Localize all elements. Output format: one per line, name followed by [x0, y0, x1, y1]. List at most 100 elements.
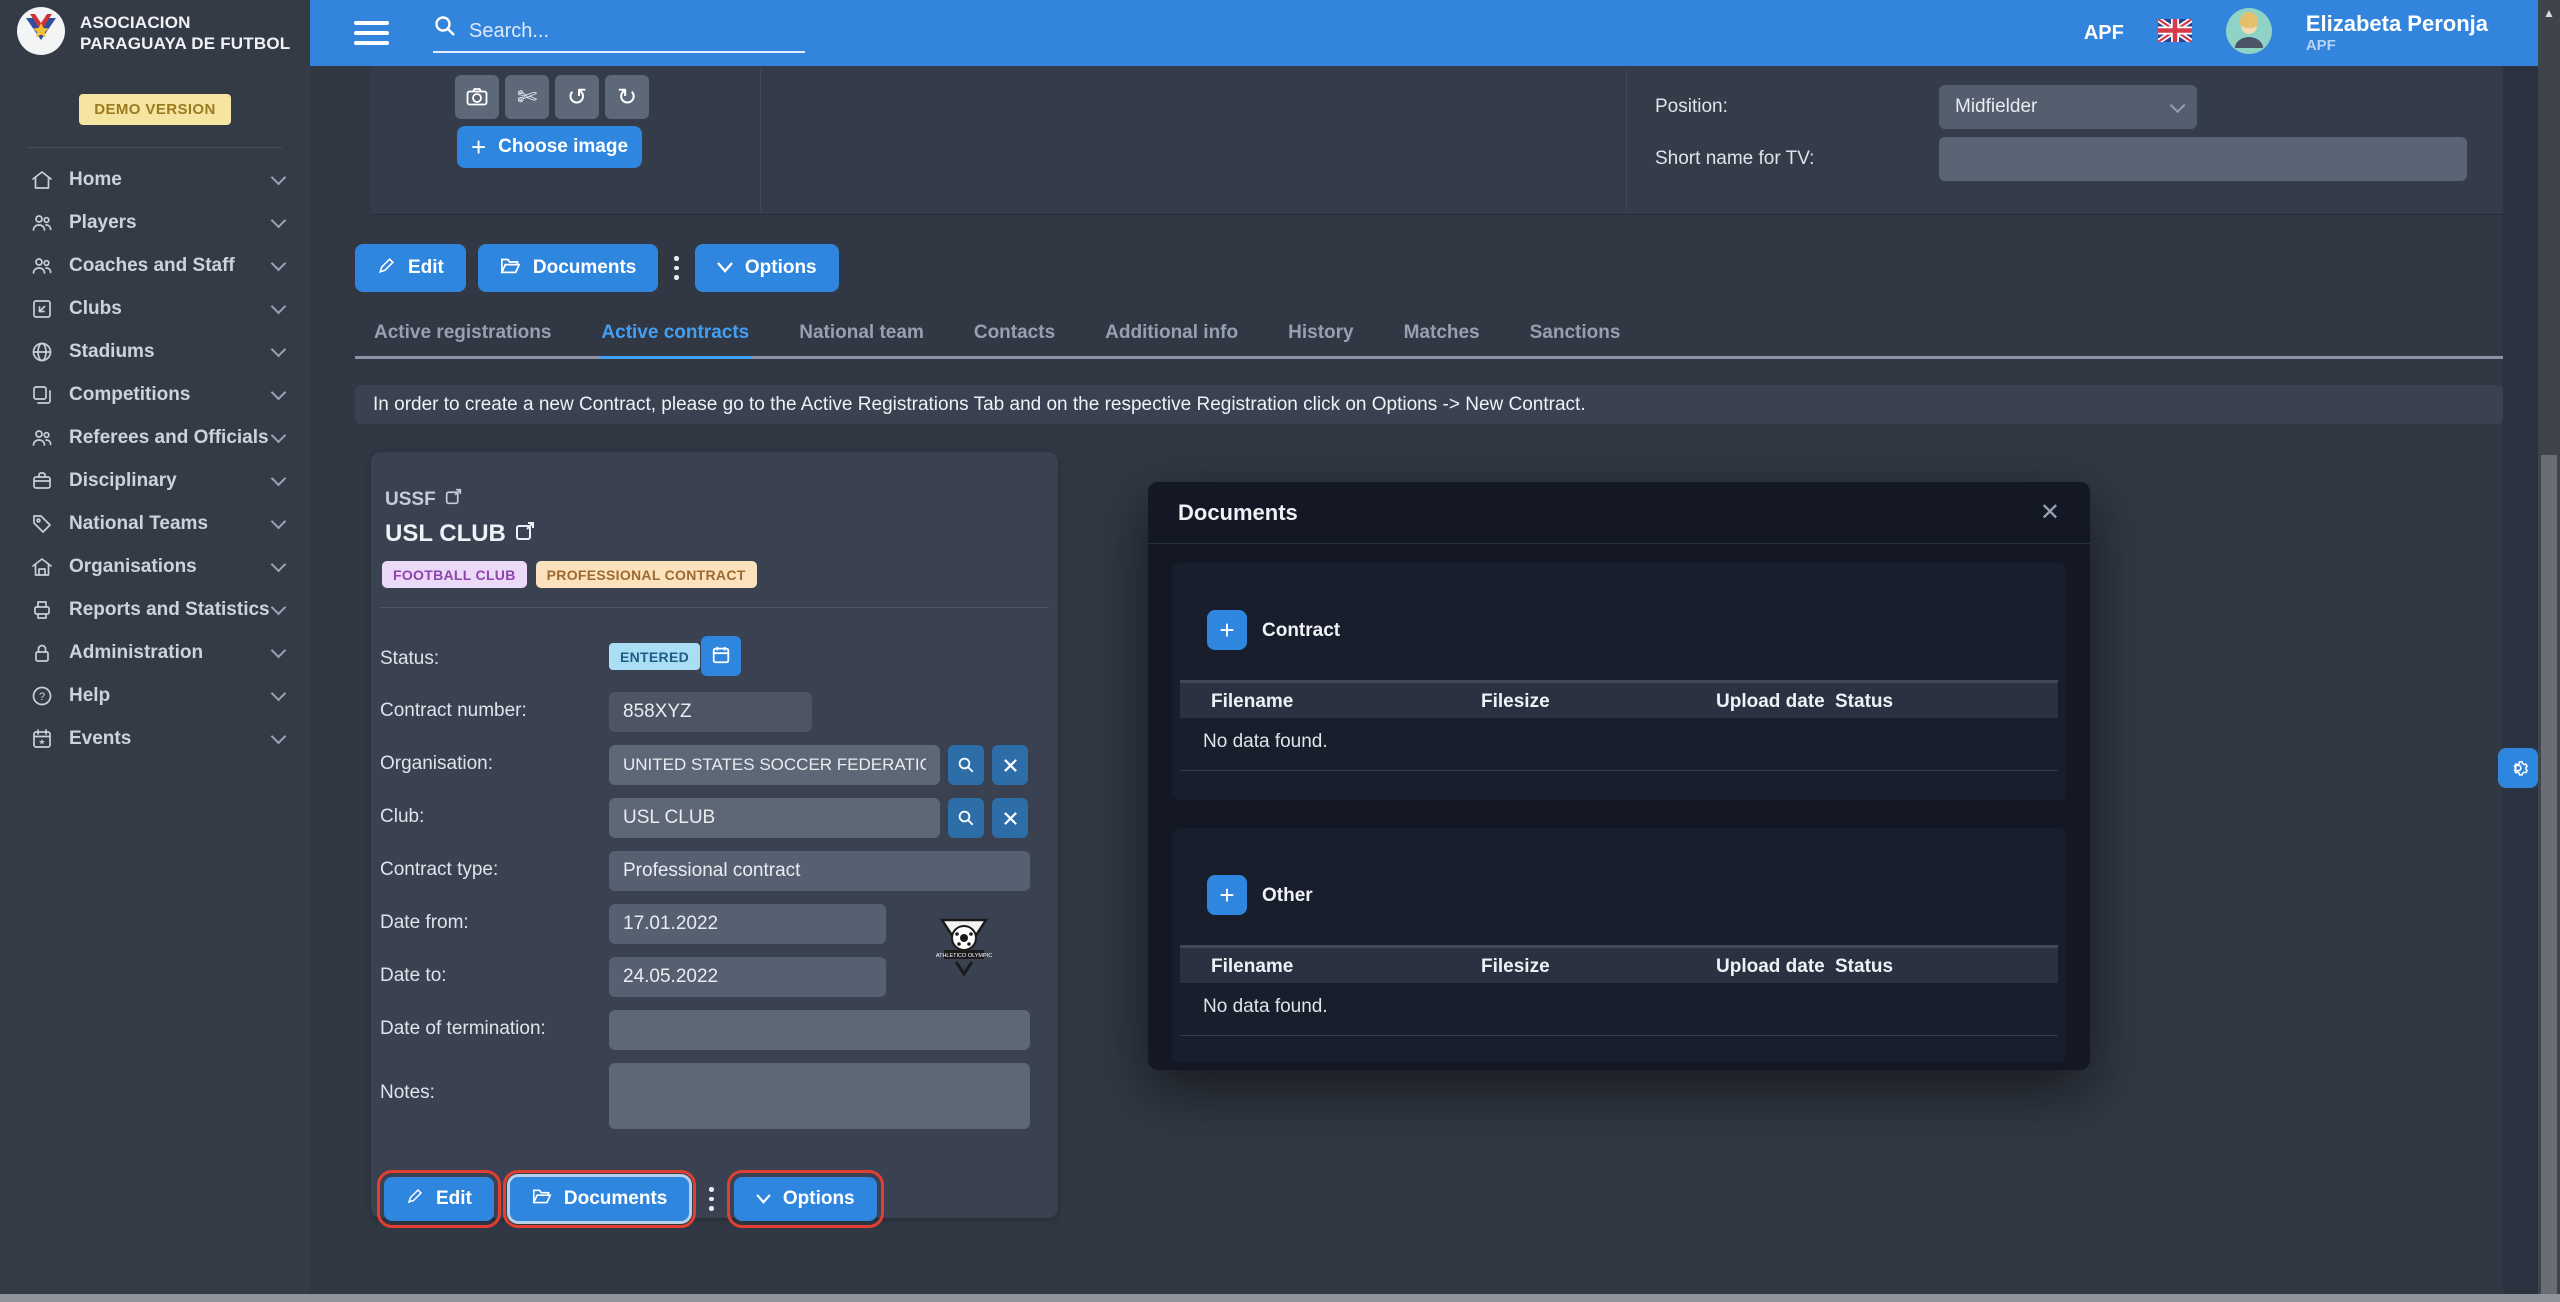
contract-documents-button[interactable]: Documents	[510, 1177, 689, 1221]
camera-button[interactable]	[455, 75, 499, 119]
column-header-filename: Filename	[1211, 956, 1293, 978]
tab-contacts[interactable]: Contacts	[972, 312, 1057, 359]
chevron-down-icon	[271, 212, 287, 228]
horizontal-scrollbar[interactable]	[0, 1294, 2560, 1302]
documents-modal-header: Documents ✕	[1148, 482, 2090, 544]
scroll-up-arrow[interactable]: ▲	[2538, 0, 2560, 20]
sidebar-item-clubs[interactable]: Clubs	[0, 287, 310, 330]
user-avatar[interactable]	[2226, 8, 2272, 59]
chevron-down-icon	[271, 642, 287, 658]
sidebar-item-coaches-and-staff[interactable]: Coaches and Staff	[0, 244, 310, 287]
edit-button[interactable]: Edit	[355, 244, 466, 292]
chevron-down-icon	[271, 298, 287, 314]
status-history-button[interactable]	[701, 636, 741, 676]
svg-text:★: ★	[38, 737, 45, 746]
tab-history[interactable]: History	[1286, 312, 1355, 359]
user-info[interactable]: Elizabeta Peronja APF	[2306, 12, 2488, 53]
column-header-upload-date: Upload date	[1716, 691, 1825, 713]
external-link-icon	[515, 520, 535, 548]
organisation-label: Organisation:	[380, 753, 493, 775]
sidebar-item-national-teams[interactable]: National Teams	[0, 502, 310, 545]
add-contract-button[interactable]: +	[1207, 610, 1247, 650]
tab-matches[interactable]: Matches	[1402, 312, 1482, 359]
options-button[interactable]: Options	[695, 244, 839, 292]
club-crest-logo: ATHLETICO OLYMPIC	[936, 916, 992, 985]
organisation-search-button[interactable]	[948, 745, 984, 785]
sidebar-item-label: Reports and Statistics	[69, 599, 273, 621]
settings-gear-button[interactable]	[2498, 748, 2538, 788]
scrollbar-thumb[interactable]	[2541, 455, 2557, 1296]
vertical-scrollbar[interactable]: ▲	[2538, 0, 2560, 1302]
referees-icon	[30, 426, 54, 450]
sidebar-item-home[interactable]: Home	[0, 158, 310, 201]
uk-flag-icon[interactable]	[2158, 19, 2192, 47]
position-select[interactable]: Midfielder	[1939, 85, 2197, 129]
documents-section-contract: +ContractFilenameFilesizeUpload dateStat…	[1172, 563, 2066, 800]
close-icon[interactable]: ✕	[2040, 501, 2060, 525]
folder-open-icon	[500, 256, 521, 281]
sidebar-item-competitions[interactable]: Competitions	[0, 373, 310, 416]
top-header-bar: APF Elizabeta Peronja APF	[310, 0, 2538, 66]
hamburger-menu-icon[interactable]	[354, 21, 389, 45]
contract-edit-button[interactable]: Edit	[384, 1177, 494, 1221]
organisation-clear-button[interactable]	[992, 745, 1028, 785]
club-search-button[interactable]	[948, 798, 984, 838]
notes-textarea[interactable]	[609, 1063, 1030, 1129]
administration-icon	[30, 641, 54, 665]
tab-national-team[interactable]: National team	[797, 312, 926, 359]
organisation-link[interactable]: USSF	[385, 488, 462, 511]
user-org: APF	[2306, 37, 2488, 54]
date-from-input[interactable]	[609, 904, 886, 944]
sidebar-item-organisations[interactable]: Organisations	[0, 545, 310, 588]
sidebar-item-stadiums[interactable]: Stadiums	[0, 330, 310, 373]
profile-actions: Edit Documents Options	[355, 244, 839, 292]
tab-active-registrations[interactable]: Active registrations	[372, 312, 553, 359]
choose-image-button[interactable]: + Choose image	[457, 126, 642, 168]
sidebar-item-label: National Teams	[69, 513, 273, 535]
sidebar-item-reports-and-statistics[interactable]: Reports and Statistics	[0, 588, 310, 631]
sidebar-item-referees-and-officials[interactable]: Referees and Officials	[0, 416, 310, 459]
search-input[interactable]	[469, 20, 789, 43]
club-link[interactable]: USL CLUB	[385, 520, 535, 548]
sidebar-item-label: Events	[69, 728, 273, 750]
date-to-input[interactable]	[609, 957, 886, 997]
header-org-abbr: APF	[2084, 22, 2124, 45]
chevron-down-icon	[271, 470, 287, 486]
organisation-input[interactable]	[609, 745, 940, 785]
crop-scissors-button[interactable]: ✄	[505, 75, 549, 119]
rotate-right-button[interactable]: ↻	[605, 75, 649, 119]
chevron-down-icon	[271, 513, 287, 529]
documents-button[interactable]: Documents	[478, 244, 658, 292]
sidebar-item-label: Help	[69, 685, 273, 707]
external-link-icon	[445, 488, 462, 511]
termination-input[interactable]	[609, 1010, 1030, 1050]
tab-additional-info[interactable]: Additional info	[1103, 312, 1240, 359]
search-box[interactable]	[433, 14, 805, 53]
org-title: ASOCIACION PARAGUAYA DE FUTBOL	[80, 12, 294, 55]
football-club-badge: FOOTBALL CLUB	[382, 561, 527, 588]
sidebar-item-administration[interactable]: Administration	[0, 631, 310, 674]
sidebar-item-disciplinary[interactable]: Disciplinary	[0, 459, 310, 502]
contract-number-input[interactable]	[609, 692, 812, 732]
tab-active-contracts[interactable]: Active contracts	[599, 312, 751, 359]
coaches-icon	[30, 254, 54, 278]
sidebar: ASOCIACION PARAGUAYA DE FUTBOL DEMO VERS…	[0, 0, 310, 1302]
chevron-down-icon	[271, 255, 287, 271]
svg-text:ATHLETICO OLYMPIC: ATHLETICO OLYMPIC	[936, 953, 992, 959]
club-clear-button[interactable]	[992, 798, 1028, 838]
disciplinary-icon	[30, 469, 54, 493]
sidebar-item-help[interactable]: ?Help	[0, 674, 310, 717]
chevron-down-icon	[271, 728, 287, 744]
rotate-left-button[interactable]: ↺	[555, 75, 599, 119]
tab-sanctions[interactable]: Sanctions	[1528, 312, 1623, 359]
club-label: Club:	[380, 806, 424, 828]
sidebar-item-players[interactable]: Players	[0, 201, 310, 244]
short-name-input[interactable]	[1939, 137, 2467, 181]
add-other-button[interactable]: +	[1207, 875, 1247, 915]
sidebar-item-events[interactable]: ★ Events	[0, 717, 310, 760]
contract-type-input[interactable]	[609, 851, 1030, 891]
contract-number-label: Contract number:	[380, 700, 527, 722]
contract-options-button[interactable]: Options	[734, 1177, 877, 1221]
club-input[interactable]	[609, 798, 940, 838]
players-icon	[30, 211, 54, 235]
